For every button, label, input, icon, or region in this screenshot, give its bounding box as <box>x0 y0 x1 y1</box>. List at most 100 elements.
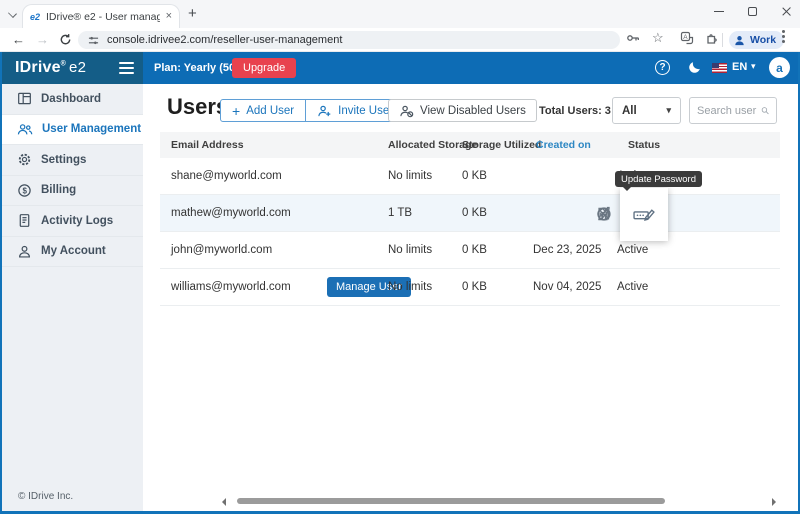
browser-tab[interactable]: e2 IDrive® e2 - User management × <box>22 4 180 28</box>
page-title: Users <box>167 94 228 120</box>
bookmark-star-icon[interactable]: ☆ <box>652 30 664 46</box>
gear-icon <box>17 152 32 167</box>
idrive-e2-logo[interactable]: IDrive®e2 <box>15 59 86 77</box>
language-selector[interactable]: EN <box>732 61 747 73</box>
browser-window: e2 IDrive® e2 - User management × + ← → … <box>0 0 800 514</box>
sort-desc-icon: ↓ <box>539 140 544 151</box>
profile-chip[interactable]: Work <box>729 31 784 49</box>
cell-utilized: 0 KB <box>462 207 487 219</box>
translate-icon[interactable]: A <box>680 31 694 45</box>
upgrade-button[interactable]: Upgrade <box>232 58 296 78</box>
window-close-icon[interactable] <box>781 6 792 17</box>
browser-menu-kebab-icon[interactable] <box>782 35 785 38</box>
sidebar-item-billing[interactable]: $ Billing <box>2 176 143 207</box>
view-disabled-users-button[interactable]: View Disabled Users <box>388 99 537 122</box>
person-disabled-icon <box>399 104 414 118</box>
tab-title: IDrive® e2 - User management <box>46 11 160 23</box>
sidebar-item-settings[interactable]: Settings <box>2 145 143 176</box>
site-settings-icon[interactable] <box>88 35 99 46</box>
sidebar-item-activity-logs[interactable]: Activity Logs <box>2 206 143 237</box>
app-viewport: IDrive®e2 Plan: Yearly (50 TB) Upgrade ?… <box>0 52 800 514</box>
back-icon[interactable]: ← <box>12 32 25 48</box>
toolbar-divider <box>722 33 723 47</box>
help-icon[interactable]: ? <box>655 60 670 75</box>
cell-email: mathew@myworld.com <box>171 207 291 219</box>
sidebar-item-label: Dashboard <box>41 93 101 105</box>
address-bar[interactable]: console.idrivee2.com/reseller-user-manag… <box>78 31 620 49</box>
chevron-down-icon: ▾ <box>666 105 671 116</box>
search-box <box>689 97 777 124</box>
scroll-right-arrow[interactable] <box>772 498 776 506</box>
cell-utilized: 0 KB <box>462 281 487 293</box>
svg-text:$: $ <box>22 186 27 195</box>
favicon-e2: e2 <box>30 12 40 22</box>
cell-created: Dec 23, 2025 <box>533 244 601 256</box>
person-plus-icon <box>317 104 332 118</box>
tab-strip: e2 IDrive® e2 - User management × + <box>0 0 800 28</box>
plus-icon: + <box>232 104 240 118</box>
sidebar-item-my-account[interactable]: My Account <box>2 237 143 268</box>
maximize-icon[interactable] <box>748 7 757 16</box>
tooltip-update-password: Update Password <box>615 171 702 187</box>
cell-status: Active <box>617 244 648 256</box>
person-icon <box>17 244 32 259</box>
hamburger-menu-icon[interactable] <box>119 62 134 77</box>
table-row[interactable]: john@myworld.com No limits 0 KB Dec 23, … <box>160 232 780 269</box>
sidebar-item-label: Settings <box>41 154 86 166</box>
table-header-row: Email Address Allocated Storage Storage … <box>160 132 780 158</box>
us-flag-icon[interactable] <box>712 63 727 73</box>
sidebar-item-label: My Account <box>41 245 106 257</box>
horizontal-scrollbar-thumb[interactable] <box>237 498 665 504</box>
profile-avatar-icon <box>733 34 746 47</box>
cell-allocated: 1 TB <box>388 207 412 219</box>
cell-created: Nov 04, 2025 <box>533 281 601 293</box>
billing-dollar-icon: $ <box>17 183 32 198</box>
profile-label: Work <box>750 34 776 46</box>
column-email: Email Address <box>171 139 244 151</box>
cell-allocated: No limits <box>388 244 432 256</box>
language-caret-icon[interactable]: ▾ <box>751 61 756 72</box>
column-status: Status <box>628 139 660 151</box>
svg-text:A: A <box>683 34 688 41</box>
cell-utilized: 0 KB <box>462 170 487 182</box>
dark-mode-moon-icon[interactable] <box>687 59 703 80</box>
new-tab-button[interactable]: + <box>188 5 197 22</box>
forward-icon[interactable]: → <box>36 32 49 48</box>
password-manager-icon[interactable] <box>626 31 640 45</box>
update-password-action-card[interactable] <box>620 188 668 241</box>
search-input[interactable] <box>697 105 757 117</box>
cell-status: Active <box>617 281 648 293</box>
main-content: Users + Add User Invite Users <box>143 84 798 511</box>
users-table: Email Address Allocated Storage Storage … <box>160 132 780 306</box>
app-header: IDrive®e2 Plan: Yearly (50 TB) Upgrade ?… <box>2 52 798 84</box>
minimize-icon[interactable] <box>714 11 724 13</box>
sidebar-item-label: User Management <box>42 123 141 135</box>
user-actions-button-group: + Add User Invite Users <box>220 99 411 122</box>
column-storage-utilized: Storage Utilized <box>462 139 541 151</box>
sidebar-item-user-management[interactable]: User Management <box>2 115 143 146</box>
sidebar-item-dashboard[interactable]: Dashboard <box>2 84 143 115</box>
url-text: console.idrivee2.com/reseller-user-manag… <box>107 34 342 46</box>
scroll-left-arrow[interactable] <box>222 498 226 506</box>
cell-email: williams@myworld.com <box>171 281 291 293</box>
cell-allocated: No limits <box>388 281 432 293</box>
sidebar: Dashboard User Management Settings <box>2 84 143 511</box>
tab-search-chevron-icon[interactable] <box>8 9 18 19</box>
cell-utilized: 0 KB <box>462 244 487 256</box>
tab-close-icon[interactable]: × <box>166 11 172 22</box>
search-icon[interactable] <box>761 104 769 117</box>
add-user-button[interactable]: + Add User <box>221 100 305 121</box>
account-avatar[interactable]: a <box>769 57 790 78</box>
user-filter-dropdown[interactable]: All ▾ <box>612 97 681 124</box>
extensions-puzzle-icon[interactable] <box>705 31 719 45</box>
cell-email: shane@myworld.com <box>171 170 282 182</box>
table-row-hovered[interactable]: mathew@myworld.com 1 TB 0 KB <box>160 195 780 232</box>
users-icon <box>17 122 33 137</box>
reload-icon[interactable] <box>59 33 72 50</box>
browser-toolbar: ← → console.idrivee2.com/reseller-user-m… <box>0 28 800 52</box>
update-password-icon <box>633 203 656 224</box>
cell-email: john@myworld.com <box>171 244 272 256</box>
copyright-footer: © IDrive Inc. <box>18 491 73 502</box>
table-row[interactable]: williams@myworld.com Manage User No limi… <box>160 269 780 306</box>
user-logs-icon[interactable] <box>596 206 610 221</box>
